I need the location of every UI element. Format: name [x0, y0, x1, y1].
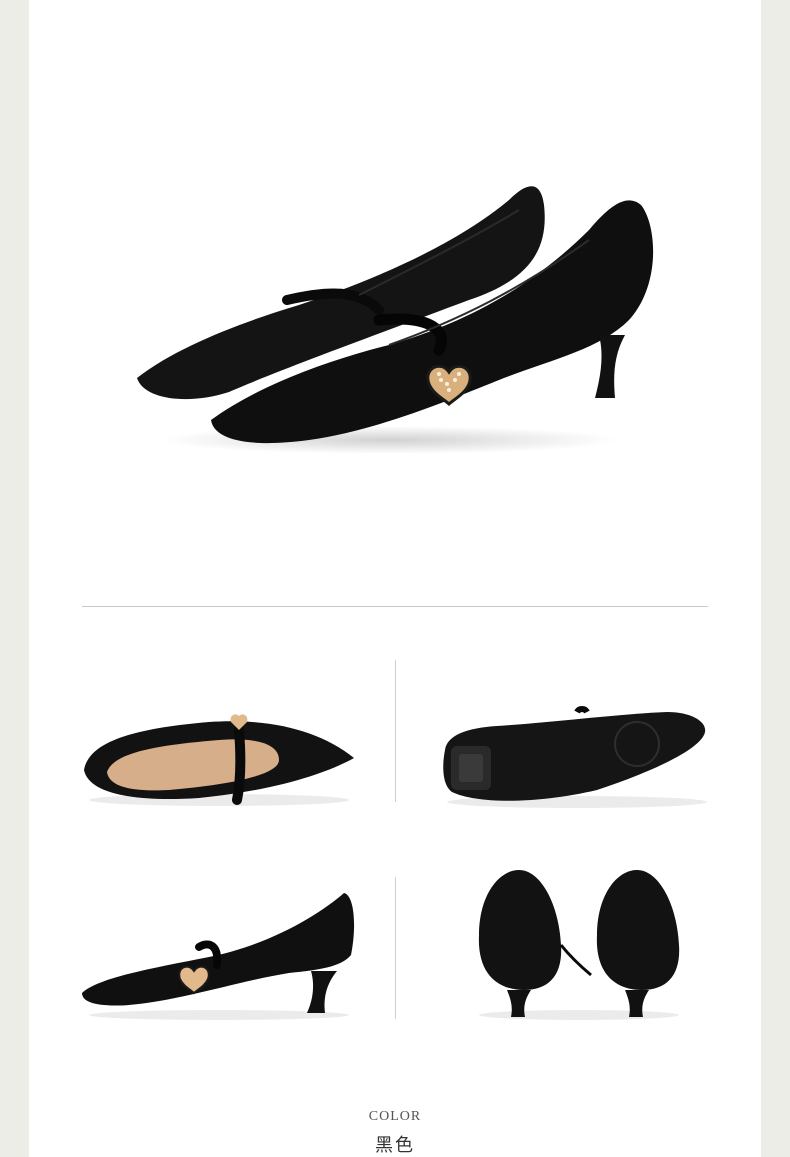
back-view-image [469, 865, 689, 1025]
vertical-divider [395, 877, 396, 1019]
color-heading: COLOR [368, 1109, 422, 1124]
color-name: 黑色 [375, 1135, 415, 1156]
side-view-image [79, 885, 359, 1025]
hero-product-image [29, 0, 761, 600]
inside-view-image [79, 700, 359, 810]
sole-view-image [437, 700, 712, 810]
vertical-divider [395, 660, 396, 802]
product-detail-page: COLOR 黑色 [29, 0, 761, 1157]
section-divider [82, 606, 708, 607]
